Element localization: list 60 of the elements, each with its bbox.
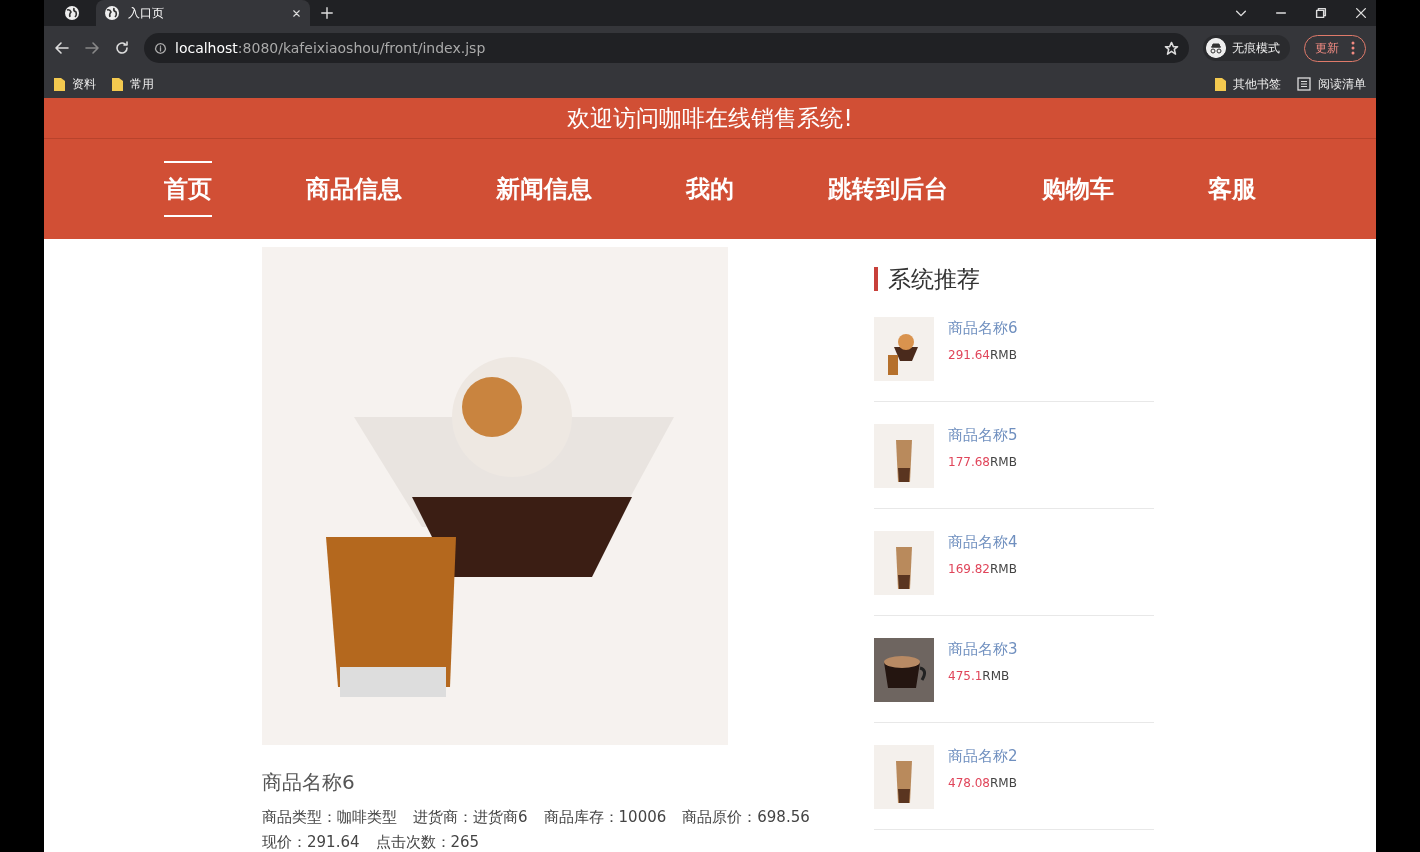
bookmark[interactable]: 其他书签 — [1215, 75, 1281, 93]
globe-icon — [64, 5, 80, 21]
folder-icon — [112, 77, 123, 91]
product-detail: 商品类型：咖啡类型 — [262, 808, 397, 827]
incognito-badge[interactable]: 无痕模式 — [1203, 35, 1290, 61]
menu-icon[interactable] — [1351, 41, 1355, 55]
bookmark-label[interactable]: 其他书签 — [1233, 75, 1281, 93]
address-bar[interactable]: localhost:8080/kafeixiaoshou/front/index.jsp — [144, 33, 1189, 63]
reload-icon[interactable] — [114, 40, 130, 56]
nav-link[interactable]: 跳转到后台 — [828, 161, 948, 217]
dessert-photo — [874, 317, 934, 381]
product-price: 478.08RMB — [948, 776, 1018, 790]
site-title: 欢迎访问咖啡在线销售系统! — [44, 98, 1376, 139]
product-price: 291.64RMB — [948, 348, 1018, 362]
browser-tab[interactable]: 入口页 — [96, 0, 310, 26]
nav-link[interactable]: 客服 — [1208, 161, 1256, 217]
plus-icon[interactable] — [320, 6, 334, 20]
nav-link[interactable]: 商品信息 — [306, 161, 402, 217]
nav-link[interactable]: 我的 — [686, 161, 734, 217]
back-icon[interactable] — [54, 40, 70, 56]
nav-link[interactable]: 新闻信息 — [496, 161, 592, 217]
coffee-cup-photo — [874, 638, 934, 702]
folder-icon — [1215, 77, 1226, 91]
info-icon[interactable] — [154, 41, 167, 55]
product-detail: 点击次数：265 — [375, 833, 480, 852]
product-link[interactable]: 商品名称4 — [948, 533, 1018, 552]
bookmark[interactable]: 资料 — [54, 75, 96, 93]
incognito-icon — [1206, 38, 1226, 58]
profile-label: 无痕模式 — [1232, 39, 1280, 57]
product-link[interactable]: 商品名称5 — [948, 426, 1018, 445]
bookmark-label[interactable]: 资料 — [72, 75, 96, 93]
product-detail: 现价：291.64 — [262, 833, 360, 852]
close-icon[interactable] — [1354, 6, 1368, 20]
product-price: 177.68RMB — [948, 455, 1018, 469]
product-detail: 进货商：进货商6 — [413, 808, 528, 827]
product-link[interactable]: 商品名称3 — [948, 640, 1018, 659]
forward-icon[interactable] — [84, 40, 100, 56]
globe-icon — [104, 5, 120, 21]
product-price: 169.82RMB — [948, 562, 1018, 576]
product-link[interactable]: 商品名称2 — [948, 747, 1018, 766]
iced-drink-photo — [874, 424, 934, 488]
bookmark[interactable]: 阅读清单 — [1297, 75, 1366, 93]
section-title: 系统推荐 — [874, 267, 1154, 291]
product-detail: 商品原价：698.56 — [682, 808, 810, 827]
bookmark[interactable]: 常用 — [112, 75, 154, 93]
bookmark-label[interactable]: 常用 — [130, 75, 154, 93]
nav-link[interactable]: 首页 — [164, 161, 212, 217]
star-icon[interactable] — [1164, 40, 1179, 56]
product-link[interactable]: 商品名称6 — [948, 319, 1018, 338]
close-icon[interactable] — [291, 7, 302, 19]
iced-drink-photo — [874, 531, 934, 595]
reading-list-icon — [1297, 77, 1311, 91]
folder-icon — [54, 77, 65, 91]
bookmark-label[interactable]: 阅读清单 — [1318, 75, 1366, 93]
restore-icon[interactable] — [1314, 6, 1328, 20]
nav-link[interactable]: 购物车 — [1042, 161, 1114, 217]
iced-drink-photo — [874, 745, 934, 809]
product-name: 商品名称6 — [262, 769, 356, 796]
product-detail: 商品库存：10006 — [543, 808, 667, 827]
product-price: 475.1RMB — [948, 669, 1011, 683]
